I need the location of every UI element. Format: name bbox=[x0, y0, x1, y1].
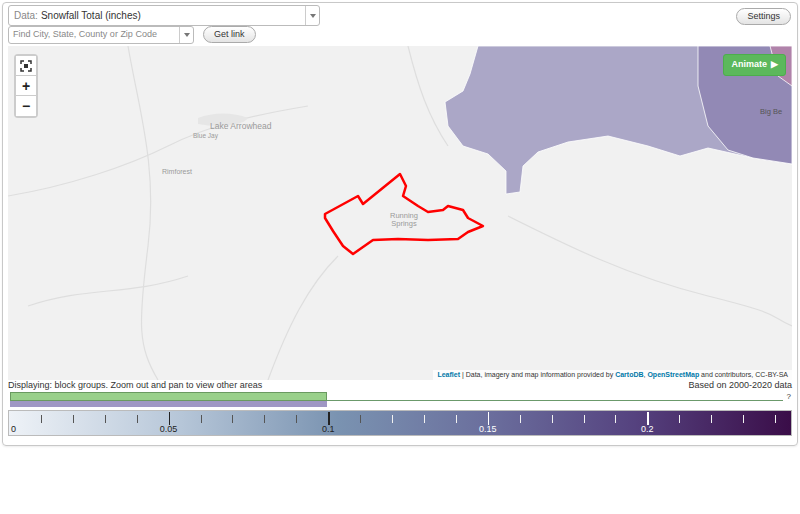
legend-major-tick bbox=[488, 412, 490, 425]
legend-minor-tick bbox=[424, 415, 425, 423]
color-legend: 0 0.05 0.1 0.15 0.2 bbox=[8, 410, 792, 436]
legend-minor-tick bbox=[711, 415, 712, 423]
legend-minor-tick bbox=[201, 415, 202, 423]
search-input[interactable] bbox=[9, 27, 179, 43]
place-label: Rimforest bbox=[162, 168, 192, 176]
region-area[interactable] bbox=[445, 46, 792, 194]
legend-minor-tick bbox=[41, 415, 42, 423]
legend-minor-tick bbox=[264, 415, 265, 423]
place-label: Blue Jay bbox=[193, 132, 218, 139]
map[interactable]: Lake ArrowheadBlue Jay Rimforest Running S… bbox=[8, 46, 792, 380]
legend-major-tick bbox=[169, 412, 171, 425]
zoom-label: + bbox=[22, 79, 30, 93]
timeline-end-label[interactable]: ? bbox=[787, 392, 791, 401]
legend-minor-tick bbox=[552, 415, 553, 423]
attribution-link[interactable]: Leaflet bbox=[437, 371, 460, 378]
display-info: Displaying: block groups. Zoom out and p… bbox=[8, 380, 262, 391]
attribution-text: , bbox=[644, 371, 648, 378]
place-label: Running Springs bbox=[384, 212, 424, 229]
map-attribution: Leaflet | Data, imagery and map informat… bbox=[433, 370, 792, 380]
legend-label: 0.15 bbox=[479, 424, 497, 434]
fullscreen-icon[interactable] bbox=[20, 60, 32, 72]
legend-minor-tick bbox=[520, 415, 521, 423]
attribution-text: | Data, imagery and map information prov… bbox=[460, 371, 615, 378]
region-area[interactable] bbox=[698, 46, 792, 164]
attribution-text: and contributors, CC-BY-SA bbox=[699, 371, 788, 378]
legend-minor-tick bbox=[679, 415, 680, 423]
data-select-label: Data: bbox=[14, 10, 38, 21]
legend-minor-tick bbox=[360, 415, 361, 423]
place-label: Big Be bbox=[760, 108, 782, 116]
data-select[interactable]: Data:Snowfall Total (inches) bbox=[8, 5, 320, 26]
data-range-info: Based on 2000-2020 data bbox=[688, 380, 792, 391]
search-box bbox=[8, 26, 194, 44]
legend-minor-tick bbox=[584, 415, 585, 423]
legend-minor-tick bbox=[456, 415, 457, 423]
zoom-control: +− bbox=[14, 54, 38, 118]
animate-label: Animate bbox=[731, 59, 767, 69]
legend-label: 0.05 bbox=[160, 424, 178, 434]
legend-minor-tick bbox=[392, 415, 393, 423]
dropdown-arrow-icon[interactable] bbox=[305, 6, 319, 25]
fullscreen-button[interactable] bbox=[16, 56, 36, 76]
legend-label: 0 bbox=[11, 424, 16, 434]
timeline-data-fill bbox=[10, 401, 327, 407]
legend-minor-tick bbox=[743, 415, 744, 423]
legend-minor-tick bbox=[137, 415, 138, 423]
attribution-link[interactable]: OpenStreetMap bbox=[647, 371, 699, 378]
search-dropdown-arrow-icon[interactable] bbox=[179, 27, 193, 43]
legend-minor-tick bbox=[775, 415, 776, 423]
legend-label: 0.2 bbox=[641, 424, 654, 434]
legend-major-tick bbox=[647, 412, 649, 425]
search-row: Get link bbox=[8, 25, 792, 44]
legend-minor-tick bbox=[105, 415, 106, 423]
legend-minor-tick bbox=[232, 415, 233, 423]
legend-minor-tick bbox=[73, 415, 74, 423]
attribution-link[interactable]: CartoDB bbox=[615, 371, 643, 378]
legend-label: 0.1 bbox=[322, 424, 335, 434]
app-frame: Data:Snowfall Total (inches) Settings Ge… bbox=[2, 2, 798, 446]
play-icon: ▶ bbox=[771, 59, 778, 69]
status-row: Displaying: block groups. Zoom out and p… bbox=[8, 380, 792, 391]
data-select-value: Snowfall Total (inches) bbox=[41, 10, 141, 21]
timeline-range-fill[interactable] bbox=[10, 392, 327, 401]
legend-major-tick bbox=[328, 412, 330, 425]
get-link-button[interactable]: Get link bbox=[203, 26, 256, 43]
settings-button[interactable]: Settings bbox=[736, 8, 791, 25]
top-row: Data:Snowfall Total (inches) Settings bbox=[8, 3, 792, 24]
timeline-track[interactable] bbox=[10, 391, 783, 407]
zoom-out-button[interactable]: − bbox=[16, 96, 36, 116]
legend-minor-tick bbox=[296, 415, 297, 423]
zoom-label: − bbox=[22, 99, 30, 113]
timeline[interactable]: ? bbox=[8, 391, 792, 407]
zoom-in-button[interactable]: + bbox=[16, 76, 36, 96]
animate-button[interactable]: Animate ▶ bbox=[723, 54, 786, 76]
place-label: Lake Arrowhead bbox=[210, 122, 271, 131]
legend-minor-tick bbox=[615, 415, 616, 423]
selected-area-outline bbox=[325, 174, 483, 254]
